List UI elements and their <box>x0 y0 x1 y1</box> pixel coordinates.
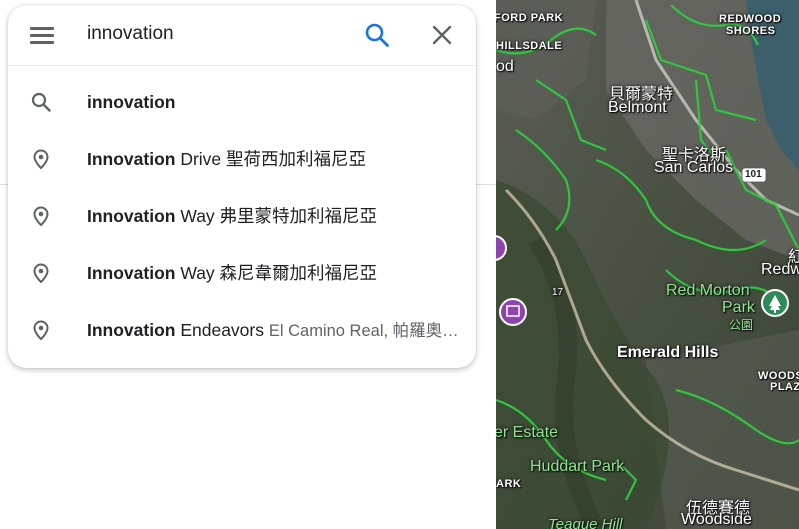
suggestion-match: Innovation <box>87 149 176 169</box>
map-label-red-morton-zh: 公園 <box>729 318 754 332</box>
suggestion-match: Innovation <box>87 320 176 340</box>
map-label-redwood-shores-2: SHORES <box>726 25 776 37</box>
close-icon[interactable] <box>430 23 454 47</box>
suggestion-item[interactable]: Innovation Drive 聖荷西加利福尼亞 <box>8 130 476 187</box>
location-pin-icon <box>30 319 52 341</box>
map-label-redwood-shores: REDWOOD <box>719 13 782 25</box>
map-label-belmont: Belmont <box>608 99 667 116</box>
map-label-redw: Redw <box>761 261 799 278</box>
map-label-ark: ARK <box>496 478 522 490</box>
suggestion-item[interactable]: Innovation Way 弗里蒙特加利福尼亞 <box>8 187 476 244</box>
location-pin-icon <box>30 262 52 284</box>
suggestion-item[interactable]: Innovation Way 森尼韋爾加利福尼亞 <box>8 244 476 301</box>
suggestion-match: Innovation <box>87 263 176 283</box>
search-icon <box>30 91 52 113</box>
hamburger-menu-icon[interactable] <box>30 25 54 45</box>
map-label-red-morton: Red Morton <box>666 282 750 299</box>
suggestion-item[interactable]: Innovation Endeavors El Camino Real, 帕羅奧… <box>8 301 476 358</box>
map-label-highway-101: 101 <box>745 169 762 180</box>
suggestion-rest: Drive 聖荷西加利福尼亞 <box>175 149 367 169</box>
map-label-woodside: Woodside <box>681 511 752 528</box>
map-label-emerald-hills: Emerald Hills <box>617 344 719 361</box>
search-bar <box>8 5 476 66</box>
map-label-woods-plaza: PLAZ <box>770 381 799 393</box>
suggestion-text: Innovation Drive 聖荷西加利福尼亞 <box>87 148 465 170</box>
search-input[interactable] <box>87 19 347 49</box>
suggestion-rest: Endeavors <box>175 320 269 340</box>
map-label-teague-hill: Teague Hill <box>548 516 623 529</box>
search-card: innovation Innovation Drive 聖荷西加利福尼亞 Inn… <box>8 5 476 368</box>
search-icon[interactable] <box>364 22 390 48</box>
suggestion-text: innovation <box>87 91 465 113</box>
location-pin-icon <box>30 205 52 227</box>
suggestion-match: innovation <box>87 92 176 112</box>
map-label-red-morton-park: Park <box>722 299 755 316</box>
suggestion-rest: Way 弗里蒙特加利福尼亞 <box>175 206 378 226</box>
suggestion-address: El Camino Real, 帕羅奧… <box>268 322 459 340</box>
map-label-hillsdale: HILLSDALE <box>496 40 563 52</box>
suggestion-match: Innovation <box>87 206 176 226</box>
suggestion-text: Innovation Way 弗里蒙特加利福尼亞 <box>87 205 465 227</box>
map-label-huddart-park: Huddart Park <box>530 458 625 475</box>
map-label-ford-park: FORD PARK <box>496 12 564 24</box>
map-label-estate: er Estate <box>496 424 559 441</box>
map-view[interactable]: FORD PARK HILLSDALE od REDWOOD SHORES 貝爾… <box>496 0 799 529</box>
suggestion-text: Innovation Way 森尼韋爾加利福尼亞 <box>87 262 465 284</box>
map-label-od: od <box>496 58 514 75</box>
suggestion-text: Innovation Endeavors El Camino Real, 帕羅奧… <box>87 319 465 342</box>
map-label-san-carlos: San Carlos <box>654 159 734 176</box>
suggestion-item[interactable]: innovation <box>8 73 476 130</box>
location-pin-icon <box>30 148 52 170</box>
map-label-highway-17: 17 <box>552 287 564 298</box>
suggestion-rest: Way 森尼韋爾加利福尼亞 <box>175 263 378 283</box>
